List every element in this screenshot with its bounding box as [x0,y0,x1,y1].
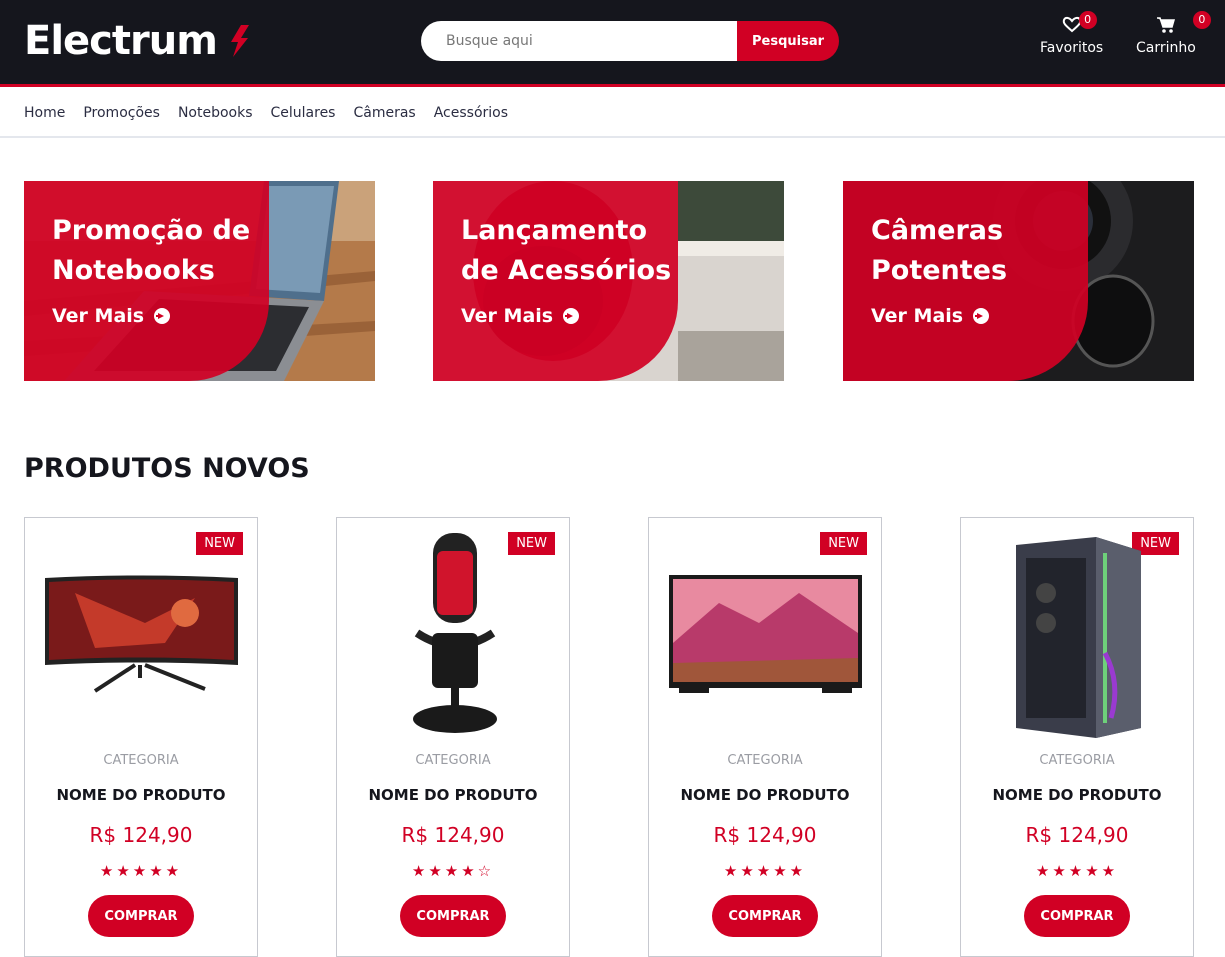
banner-cta[interactable]: Ver Mais [52,305,171,327]
product-name[interactable]: NOME DO PRODUTO [337,786,569,804]
product-card[interactable]: NEW CATEGORIA NOME DO PRODUTO R$ 124,90 … [336,517,570,957]
product-category: CATEGORIA [727,753,803,768]
rating-stars: ★★★★★ [723,862,807,880]
rating-stars: ★★★★★ [1035,862,1119,880]
banner-cta[interactable]: Ver Mais [871,305,990,327]
product-card[interactable]: NEW CATEGORIA NOME DO PRODUTO R$ 124,90 … [648,517,882,957]
product-category: CATEGORIA [415,753,491,768]
arrow-circle-right-icon [973,308,990,324]
banner-notebooks[interactable]: Promoção de Notebooks Ver Mais [24,181,375,381]
brand-logo[interactable]: Electrum [24,18,253,64]
arrow-circle-right-icon [154,308,171,324]
search-input[interactable] [421,21,737,61]
rating-stars: ★★★★☆ [411,862,495,880]
product-category: CATEGORIA [1039,753,1115,768]
banner-acessorios[interactable]: Lançamento de Acessórios Ver Mais [433,181,784,381]
main-navigation: Home Promoções Notebooks Celulares Câmer… [0,90,1225,138]
product-category: CATEGORIA [103,753,179,768]
arrow-circle-right-icon [563,308,580,324]
banner-cta-label: Ver Mais [871,305,964,327]
favorites-link[interactable]: 0 Favoritos [1040,11,1104,56]
nav-item-celulares[interactable]: Celulares [271,105,336,121]
nav-item-home[interactable]: Home [24,105,65,121]
product-card[interactable]: NEW CATEGORIA NOME DO PRODUTO R$ 124,90 … [24,517,258,957]
microphone-image [413,533,497,733]
banner-title: Promoção de Notebooks [52,215,251,286]
pc-case-image [1016,537,1141,738]
product-price: R$ 124,90 [713,823,817,847]
banner-cta-label: Ver Mais [52,305,145,327]
monitor-image [45,575,238,693]
product-price: R$ 124,90 [1025,823,1129,847]
favorites-count-badge: 0 [1078,11,1097,29]
nav-item-notebooks[interactable]: Notebooks [178,105,253,121]
rating-stars: ★★★★★ [99,862,183,880]
nav-item-acessorios[interactable]: Acessórios [434,105,508,121]
banner-cta[interactable]: Ver Mais [461,305,580,327]
product-name[interactable]: NOME DO PRODUTO [25,786,257,804]
favorites-label: Favoritos [1040,40,1104,56]
nav-item-promocoes[interactable]: Promoções [83,105,160,121]
cart-icon: 0 [1155,11,1211,34]
banner-title: Lançamento de Acessórios [461,215,672,286]
product-name[interactable]: NOME DO PRODUTO [649,786,881,804]
banner-cta-label: Ver Mais [461,305,554,327]
product-name[interactable]: NOME DO PRODUTO [961,786,1193,804]
nav-item-cameras[interactable]: Câmeras [353,105,415,121]
brand-name: Electrum [24,18,218,64]
top-header: Electrum Pesquisar 0 Favoritos 0 Carrinh… [0,0,1225,87]
television-image [669,575,862,693]
lightning-icon [230,25,249,57]
search-bar: Pesquisar [421,21,839,61]
cart-count-badge: 0 [1192,11,1211,29]
product-price: R$ 124,90 [401,823,505,847]
cart-label: Carrinho [1136,40,1196,56]
banner-title: Câmeras Potentes [871,215,1008,286]
cart-link[interactable]: 0 Carrinho [1136,11,1211,56]
heart-icon: 0 [1061,11,1097,34]
section-title: PRODUTOS NOVOS [24,453,310,484]
product-price: R$ 124,90 [89,823,193,847]
product-card[interactable]: NEW CATEGORIA NOME DO PRODUTO R$ 124,90 … [960,517,1194,957]
search-button[interactable]: Pesquisar [737,21,839,61]
banner-cameras[interactable]: Câmeras Potentes Ver Mais [843,181,1194,381]
